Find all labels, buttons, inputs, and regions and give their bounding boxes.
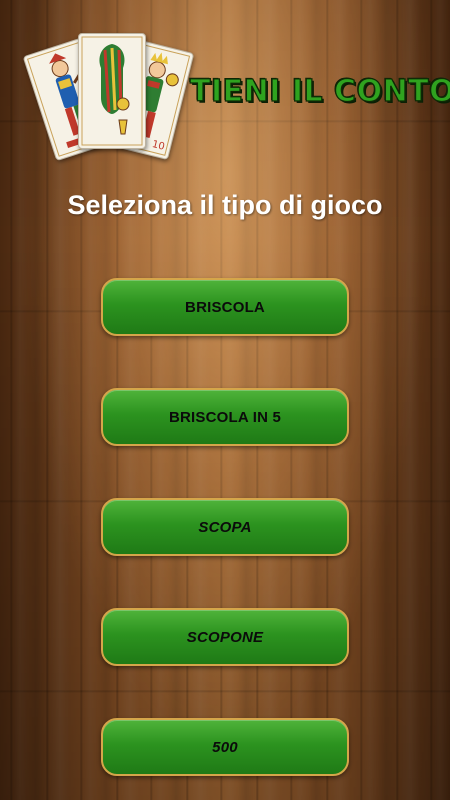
game-500-button[interactable]: 500 (101, 718, 349, 776)
page-heading: Seleziona il tipo di gioco (67, 190, 383, 220)
briscola-button[interactable]: BRISCOLA (101, 278, 349, 336)
scopone-button-label: SCOPONE (186, 628, 264, 646)
app-header: 10 TIENI IL CONTO (0, 0, 450, 165)
briscola-in-5-button-label: BRISCOLA IN 5 (168, 408, 282, 426)
briscola-in-5-button[interactable]: BRISCOLA IN 5 (101, 388, 349, 446)
scopa-button[interactable]: SCOPA (101, 498, 349, 556)
briscola-button-label: BRISCOLA (185, 298, 265, 316)
svg-text:10: 10 (151, 139, 166, 153)
scopone-button[interactable]: SCOPONE (101, 608, 349, 666)
scopa-button-label: SCOPA (198, 518, 252, 536)
app-title: TIENI IL CONTO (189, 73, 450, 109)
game-500-button-label: 500 (212, 738, 238, 756)
playing-card-jack-icon (78, 33, 146, 149)
